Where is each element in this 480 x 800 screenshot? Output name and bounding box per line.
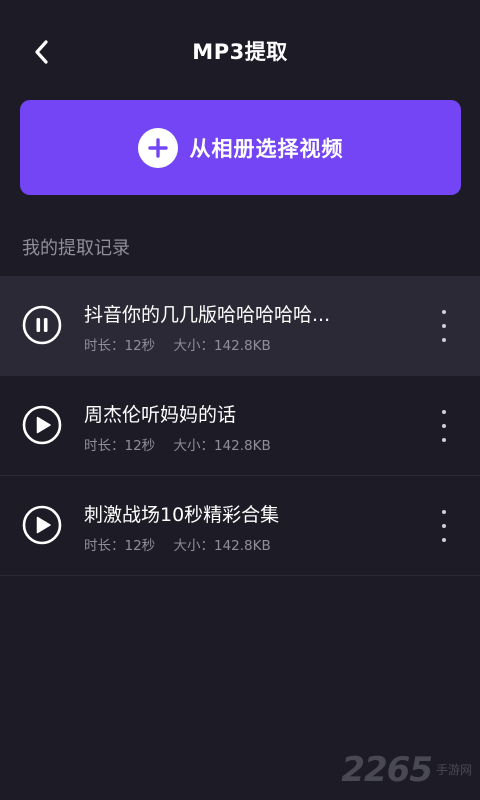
record-title: 抖音你的几几版哈哈哈哈哈...: [84, 304, 331, 326]
pause-icon: [22, 305, 62, 345]
play-button[interactable]: [22, 405, 62, 445]
record-size: 大小：142.8KB: [173, 438, 271, 454]
record-meta: 时长：12秒 大小：142.8KB: [84, 334, 285, 354]
record-meta: 时长：12秒 大小：142.8KB: [84, 434, 285, 454]
more-options-button[interactable]: [432, 510, 456, 542]
pause-button[interactable]: [22, 305, 62, 345]
page-title: MP3提取: [192, 40, 288, 64]
select-video-button[interactable]: 从相册选择视频: [20, 100, 461, 195]
more-options-button[interactable]: [432, 410, 456, 442]
watermark-number: 2265: [341, 750, 433, 790]
record-list: 抖音你的几几版哈哈哈哈哈... 时长：12秒 大小：142.8KB 周杰伦听妈妈…: [0, 276, 480, 576]
play-icon: [22, 405, 62, 445]
record-title: 周杰伦听妈妈的话: [84, 404, 237, 426]
record-duration: 时长：12秒: [84, 538, 156, 554]
header: MP3提取: [0, 0, 480, 100]
select-video-label: 从相册选择视频: [189, 136, 344, 161]
watermark-text: 手游网: [435, 763, 472, 777]
record-meta: 时长：12秒 大小：142.8KB: [84, 534, 285, 554]
record-duration: 时长：12秒: [84, 338, 156, 354]
more-dots-icon: [442, 510, 446, 514]
more-dots-icon: [442, 410, 446, 414]
record-title: 刺激战场10秒精彩合集: [84, 504, 280, 526]
more-dots-icon: [442, 310, 446, 314]
play-button[interactable]: [22, 505, 62, 545]
section-title: 我的提取记录: [22, 238, 130, 259]
list-item[interactable]: 刺激战场10秒精彩合集 时长：12秒 大小：142.8KB: [0, 476, 480, 576]
more-options-button[interactable]: [432, 310, 456, 342]
plus-icon: [137, 127, 178, 168]
list-item[interactable]: 抖音你的几几版哈哈哈哈哈... 时长：12秒 大小：142.8KB: [0, 276, 480, 376]
list-item[interactable]: 周杰伦听妈妈的话 时长：12秒 大小：142.8KB: [0, 376, 480, 476]
play-icon: [22, 505, 62, 545]
record-size: 大小：142.8KB: [173, 538, 271, 554]
record-size: 大小：142.8KB: [173, 338, 271, 354]
record-duration: 时长：12秒: [84, 438, 156, 454]
watermark-logo: 2265 手游网: [341, 750, 472, 790]
